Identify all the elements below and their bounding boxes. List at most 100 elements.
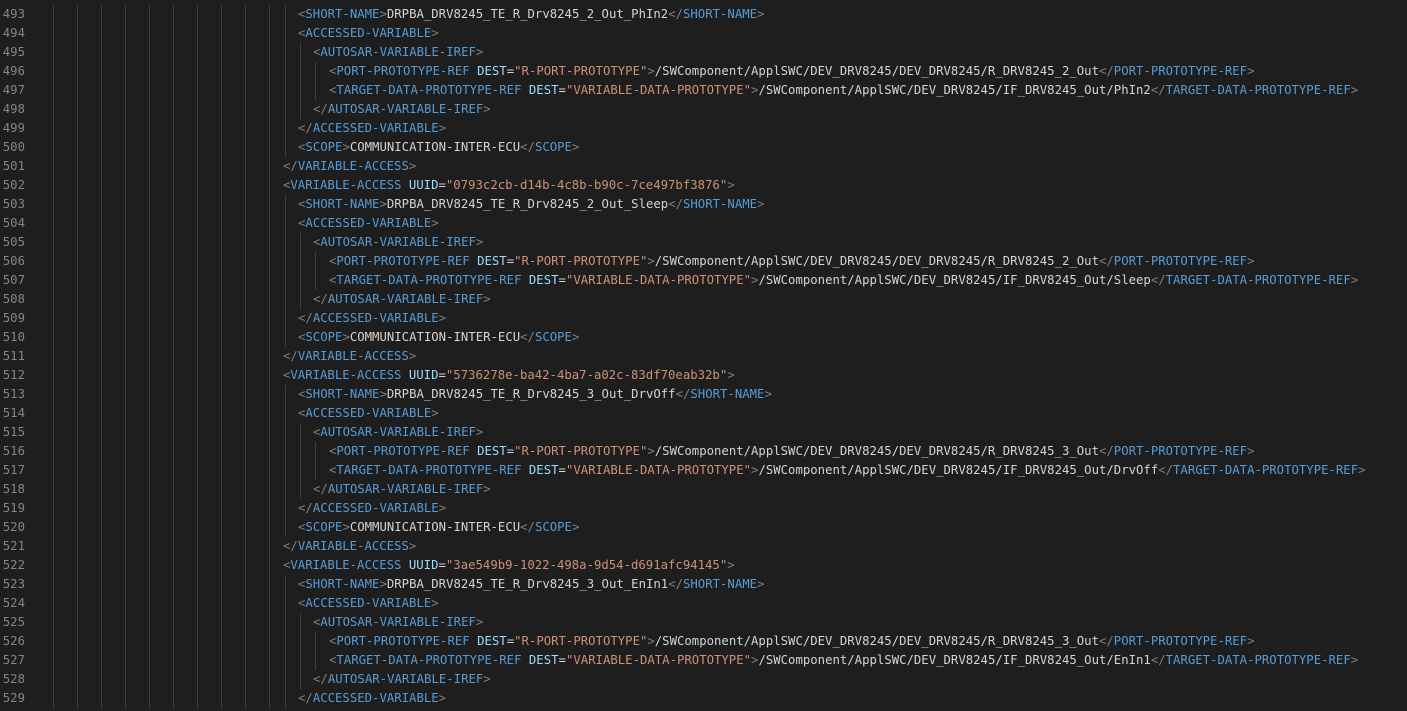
code-line[interactable]: 512 <VARIABLE-ACCESS UUID="5736278e-ba42-… <box>0 366 1407 385</box>
code-line[interactable]: 526 <PORT-PROTOTYPE-REF DEST="R-PORT-PROT… <box>0 632 1407 651</box>
tag-punct: > <box>647 254 655 268</box>
indent-guide <box>125 271 126 290</box>
indent-guide <box>245 81 246 100</box>
code-line[interactable]: 513 <SHORT-NAME>DRPBA_DRV8245_TE_R_Drv824… <box>0 385 1407 404</box>
indent-guide <box>315 442 316 461</box>
tag-name: VARIABLE-ACCESS <box>297 539 409 553</box>
code-editor[interactable]: 493 <SHORT-NAME>DRPBA_DRV8245_TE_R_Drv824… <box>0 0 1407 711</box>
indent-guide <box>173 575 174 594</box>
code-line[interactable]: 495 <AUTOSAR-VARIABLE-IREF> <box>0 43 1407 62</box>
code-line[interactable]: 498 </AUTOSAR-VARIABLE-IREF> <box>0 100 1407 119</box>
tag-punct: > <box>727 558 735 572</box>
indent-guide <box>300 670 301 689</box>
code-line[interactable]: 515 <AUTOSAR-VARIABLE-IREF> <box>0 423 1407 442</box>
tag-name: SHORT-NAME <box>305 7 380 21</box>
indent-guide <box>300 62 301 81</box>
indent-guide <box>101 214 102 233</box>
tag-name: AUTOSAR-VARIABLE-IREF <box>320 45 476 59</box>
text-content: = <box>558 83 566 97</box>
code-line[interactable]: 516 <PORT-PROTOTYPE-REF DEST="R-PORT-PROT… <box>0 442 1407 461</box>
tag-name: AUTOSAR-VARIABLE-IREF <box>320 425 476 439</box>
code-line[interactable]: 523 <SHORT-NAME>DRPBA_DRV8245_TE_R_Drv824… <box>0 575 1407 594</box>
indent-guide <box>125 195 126 214</box>
indent-guide <box>101 499 102 518</box>
code-line[interactable]: 517 <TARGET-DATA-PROTOTYPE-REF DEST="VARI… <box>0 461 1407 480</box>
code-line[interactable]: 506 <PORT-PROTOTYPE-REF DEST="R-PORT-PROT… <box>0 252 1407 271</box>
indent-guide <box>53 252 54 271</box>
indent-guide <box>101 480 102 499</box>
indent-guide <box>300 632 301 651</box>
indent-guide <box>101 43 102 62</box>
code-line[interactable]: 520 <SCOPE>COMMUNICATION-INTER-ECU</SCOPE… <box>0 518 1407 537</box>
code-line[interactable]: 496 <PORT-PROTOTYPE-REF DEST="R-PORT-PROT… <box>0 62 1407 81</box>
indent-guide <box>221 423 222 442</box>
indent-guide <box>221 385 222 404</box>
code-line[interactable]: 497 <TARGET-DATA-PROTOTYPE-REF DEST="VARI… <box>0 81 1407 100</box>
code-line[interactable]: 501 </VARIABLE-ACCESS> <box>0 157 1407 176</box>
code-line[interactable]: 507 <TARGET-DATA-PROTOTYPE-REF DEST="VARI… <box>0 271 1407 290</box>
code-line[interactable]: 504 <ACCESSED-VARIABLE> <box>0 214 1407 233</box>
code-line[interactable]: 529 </ACCESSED-VARIABLE> <box>0 689 1407 708</box>
code-line[interactable]: 508 </AUTOSAR-VARIABLE-IREF> <box>0 290 1407 309</box>
indent-guide <box>285 5 286 24</box>
code-line[interactable]: 521 </VARIABLE-ACCESS> <box>0 537 1407 556</box>
indent-guide <box>77 537 78 556</box>
code-line[interactable]: 505 <AUTOSAR-VARIABLE-IREF> <box>0 233 1407 252</box>
code-line[interactable]: 518 </AUTOSAR-VARIABLE-IREF> <box>0 480 1407 499</box>
indent-guide <box>77 5 78 24</box>
indent-guide <box>149 366 150 385</box>
code-line[interactable]: 511 </VARIABLE-ACCESS> <box>0 347 1407 366</box>
indent-guide <box>285 214 286 233</box>
indent-guide <box>300 651 301 670</box>
tag-name: SCOPE <box>534 140 572 154</box>
code-line[interactable]: 519 </ACCESSED-VARIABLE> <box>0 499 1407 518</box>
code-line[interactable]: 500 <SCOPE>COMMUNICATION-INTER-ECU</SCOPE… <box>0 138 1407 157</box>
indent-guide <box>125 442 126 461</box>
code-line[interactable]: 522 <VARIABLE-ACCESS UUID="3ae549b9-1022-… <box>0 556 1407 575</box>
code-line[interactable]: 525 <AUTOSAR-VARIABLE-IREF> <box>0 613 1407 632</box>
tag-punct: > <box>431 216 439 230</box>
indent-guide <box>53 214 54 233</box>
indent-guide <box>125 309 126 328</box>
code-line[interactable]: 502 <VARIABLE-ACCESS UUID="0793c2cb-d14b-… <box>0 176 1407 195</box>
indent-guide <box>53 480 54 499</box>
indent-guide <box>173 366 174 385</box>
code-line[interactable]: 514 <ACCESSED-VARIABLE> <box>0 404 1407 423</box>
text-content <box>522 653 529 667</box>
indent-guide <box>269 233 270 252</box>
indent-guide <box>149 157 150 176</box>
indent-guide <box>173 518 174 537</box>
indent-guide <box>269 575 270 594</box>
indent-guide <box>285 328 286 347</box>
code-line[interactable]: 527 <TARGET-DATA-PROTOTYPE-REF DEST="VARI… <box>0 651 1407 670</box>
line-number: 496 <box>2 64 25 78</box>
line-number: 514 <box>2 406 25 420</box>
code-line[interactable]: 528 </AUTOSAR-VARIABLE-IREF> <box>0 670 1407 689</box>
indent-guide <box>149 195 150 214</box>
indent-guide <box>285 119 286 138</box>
code-line[interactable]: 493 <SHORT-NAME>DRPBA_DRV8245_TE_R_Drv824… <box>0 5 1407 24</box>
indent-guide <box>285 518 286 537</box>
line-number: 526 <box>2 634 25 648</box>
indent-guide <box>245 43 246 62</box>
indent-guide <box>173 195 174 214</box>
indent-guide <box>53 328 54 347</box>
indent-guide <box>53 651 54 670</box>
code-line[interactable]: 510 <SCOPE>COMMUNICATION-INTER-ECU</SCOPE… <box>0 328 1407 347</box>
indent-guide <box>197 138 198 157</box>
code-line[interactable]: 499 </ACCESSED-VARIABLE> <box>0 119 1407 138</box>
code-line[interactable]: 524 <ACCESSED-VARIABLE> <box>0 594 1407 613</box>
indent-guide <box>285 575 286 594</box>
code-line[interactable]: 494 <ACCESSED-VARIABLE> <box>0 24 1407 43</box>
indent-guide <box>53 309 54 328</box>
indent-guide <box>285 138 286 157</box>
code-text: </ACCESSED-VARIABLE> <box>298 689 446 708</box>
indent-guide <box>269 290 270 309</box>
code-text: <ACCESSED-VARIABLE> <box>298 404 439 423</box>
line-number: 502 <box>2 178 25 192</box>
code-line[interactable]: 509 </ACCESSED-VARIABLE> <box>0 309 1407 328</box>
indent-guide <box>245 271 246 290</box>
code-line[interactable]: 503 <SHORT-NAME>DRPBA_DRV8245_TE_R_Drv824… <box>0 195 1407 214</box>
indent-guide <box>77 366 78 385</box>
indent-guide <box>245 252 246 271</box>
